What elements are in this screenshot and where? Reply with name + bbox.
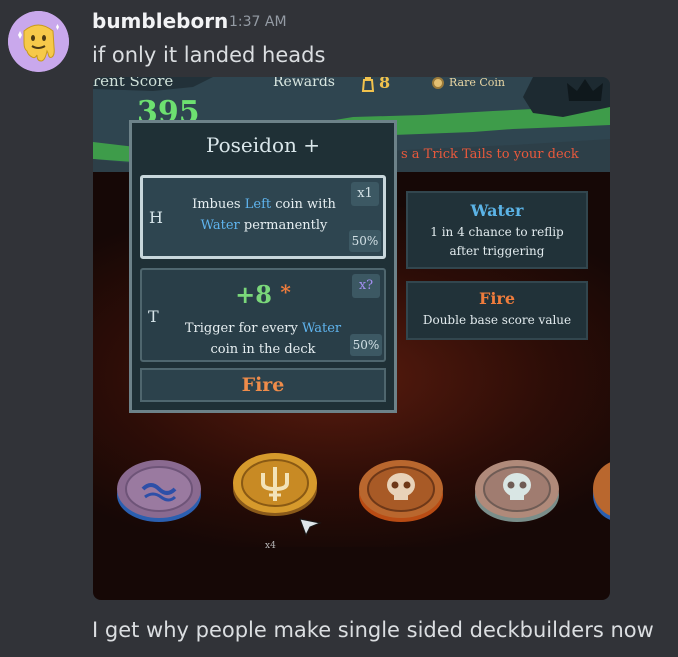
heads-text-mid: coin with <box>275 197 336 212</box>
tails-value: +8 * <box>142 280 384 309</box>
poseidon-card[interactable]: Poseidon + H x1 Imbues Left coin with Wa… <box>129 120 397 413</box>
heads-keyword-left: Left <box>244 197 272 212</box>
tails-text-pre: Trigger for every <box>184 321 298 336</box>
heads-letter: H <box>149 208 163 227</box>
coin-partial[interactable] <box>591 455 610 523</box>
fire-tooltip: Fire Double base score value <box>406 281 588 340</box>
rare-coin-icon <box>432 77 444 89</box>
fire-tooltip-desc: Double base score value <box>422 313 572 327</box>
tails-keyword-water: Water <box>302 321 342 336</box>
fire-tooltip-title: Fire <box>478 289 516 308</box>
rare-coin-label: Rare Coin <box>449 77 505 89</box>
tails-letter: T <box>148 307 159 326</box>
tails-chance: 50% <box>350 334 382 356</box>
message-timestamp[interactable]: 1:37 AM <box>229 14 287 30</box>
message-text: if only it landed heads <box>92 43 326 67</box>
card-footer-fire: Fire <box>140 368 386 402</box>
water-tooltip-desc: 1 in 4 chance to reflip after triggering <box>430 225 564 258</box>
followup-message-text: I get why people make single sided deckb… <box>92 618 654 642</box>
heads-keyword-water: Water <box>200 218 240 233</box>
crown-icon <box>567 79 603 101</box>
tails-text-post: coin in the deck <box>210 342 316 357</box>
coin-edge-icon <box>593 462 610 520</box>
heads-side[interactable]: H x1 Imbues Left coin with Water permane… <box>140 175 386 259</box>
card-title: Poseidon + <box>205 133 321 157</box>
rewards-label: Rewards <box>273 77 335 90</box>
tails-side[interactable]: T x? +8 * Trigger for every Water coin i… <box>140 268 386 362</box>
heads-text-pre: Imbues <box>192 197 241 212</box>
bag-icon <box>361 77 375 92</box>
coin-water[interactable] <box>115 455 203 523</box>
tails-value-number: +8 <box>235 280 272 309</box>
avatar[interactable] <box>8 11 69 72</box>
tails-description: Trigger for every Water coin in the deck <box>170 318 356 360</box>
attached-image[interactable]: rent Score 395 Rewards 8 Rare Coin s a T… <box>93 77 610 600</box>
tails-asterisk: * <box>280 280 291 304</box>
trident-coin-icon <box>233 453 317 516</box>
coin-skull-teal[interactable] <box>473 455 561 523</box>
skull-coin-icon <box>475 460 559 522</box>
heads-text-post: permanently <box>243 218 328 233</box>
coin-skull-fire[interactable] <box>357 455 445 523</box>
coin-count: x4 <box>265 541 276 551</box>
heads-chance: 50% <box>349 230 381 252</box>
author-name[interactable]: bumbleborn <box>92 9 228 33</box>
skull-coin-icon <box>359 460 443 522</box>
coin-poseidon[interactable] <box>231 449 319 517</box>
water-coin-icon <box>117 460 201 522</box>
cursor-icon <box>299 518 322 537</box>
water-tooltip: Water 1 in 4 chance to reflip after trig… <box>406 191 588 269</box>
rewards-count: 8 <box>379 77 391 92</box>
score-label: rent Score <box>93 77 174 90</box>
trick-tails-text: s a Trick Tails to your deck <box>401 147 579 162</box>
water-tooltip-title: Water <box>470 201 524 220</box>
melting-face-icon <box>8 11 69 72</box>
heads-description: Imbues Left coin with Water permanently <box>171 194 357 236</box>
